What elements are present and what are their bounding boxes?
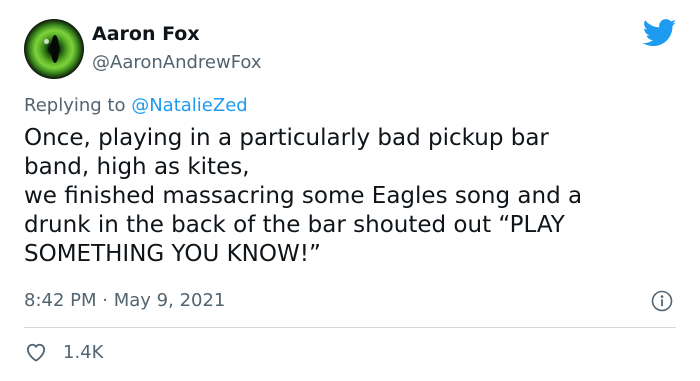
tweet-text-line: Once, playing in a particularly bad pick… xyxy=(24,125,549,151)
like-count[interactable]: 1.4K xyxy=(63,342,103,363)
tweet-date: May 9, 2021 xyxy=(113,290,226,311)
tweet-time: 8:42 PM xyxy=(24,290,97,311)
twitter-bird-icon[interactable] xyxy=(643,19,677,47)
tweet-text-line: we finished massacring some Eagles song … xyxy=(24,183,583,209)
replying-to: Replying to @NatalieZed xyxy=(24,95,248,116)
tweet-text-line: drunk in the back of the bar shouted out… xyxy=(24,212,565,238)
tweet-card: Aaron Fox @AaronAndrewFox Replying to @N… xyxy=(0,0,700,381)
author-handle[interactable]: @AaronAndrewFox xyxy=(92,52,262,73)
info-icon[interactable] xyxy=(651,290,673,312)
timestamp-separator: · xyxy=(102,290,108,311)
avatar-glint xyxy=(44,39,49,44)
replying-to-mention[interactable]: @NatalieZed xyxy=(131,95,248,116)
tweet-text-line: band, high as kites, xyxy=(24,154,250,180)
replying-to-prefix: Replying to xyxy=(24,95,132,116)
tweet-text: Once, playing in a particularly bad pick… xyxy=(24,124,674,269)
tweet-timestamp[interactable]: 8:42 PM · May 9, 2021 xyxy=(24,290,225,311)
avatar[interactable] xyxy=(24,19,84,79)
tweet-text-line: SOMETHING YOU KNOW!” xyxy=(24,241,321,267)
heart-icon[interactable] xyxy=(25,342,47,362)
author-display-name[interactable]: Aaron Fox xyxy=(92,23,200,45)
divider xyxy=(24,327,676,328)
avatar-pupil xyxy=(51,35,59,63)
